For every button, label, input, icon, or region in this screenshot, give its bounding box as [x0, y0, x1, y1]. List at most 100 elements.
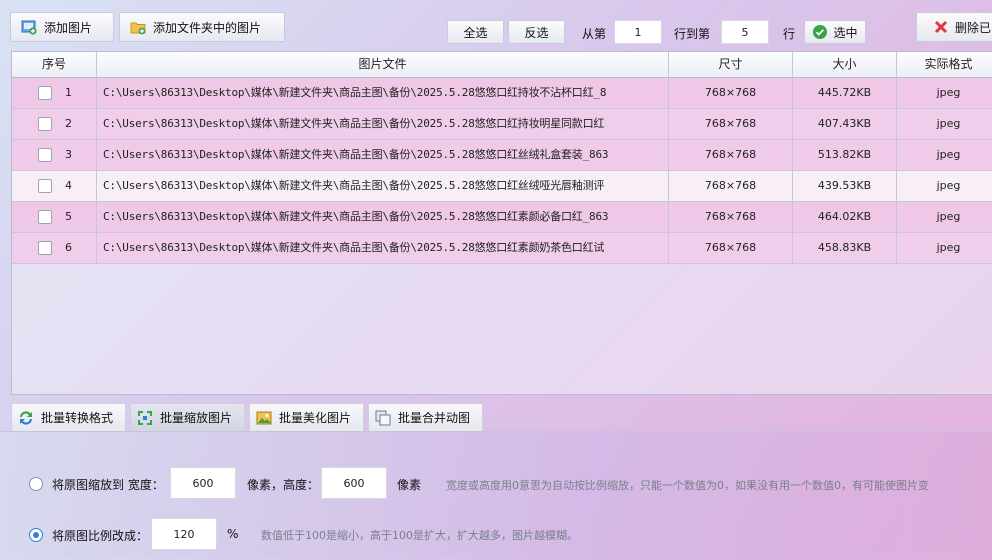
table-row[interactable]: 2 C:\Users\86313\Desktop\媒体\新建文件夹\商品主图\备份…: [12, 109, 992, 140]
file-path-cell: C:\Users\86313\Desktop\媒体\新建文件夹\商品主图\备份\…: [97, 109, 669, 140]
scale-ratio-radio[interactable]: [29, 528, 43, 542]
tab-merge-gif[interactable]: 批量合并动图: [368, 403, 484, 431]
scale-to-size-hint: 宽度或高度用0意思为自动按比例缩放，只能一个数值为0，如果没有用一个数值0，有可…: [446, 479, 929, 492]
file-size-cell: 513.82KB: [793, 140, 897, 171]
row-index: 6: [65, 241, 72, 254]
check-circle-icon: [813, 25, 828, 39]
row-index: 5: [65, 210, 72, 223]
table-row[interactable]: 5 C:\Users\86313\Desktop\媒体\新建文件夹\商品主图\备份…: [12, 202, 992, 233]
row-checkbox[interactable]: [38, 148, 52, 162]
table-row[interactable]: 4 C:\Users\86313\Desktop\媒体\新建文件夹\商品主图\备份…: [12, 171, 992, 202]
dimensions-cell: 768×768: [669, 171, 793, 202]
add-folder-images-label: 添加文件夹中的图片: [153, 20, 262, 35]
row-index-cell: 1: [12, 78, 97, 109]
format-cell: jpeg: [897, 202, 992, 233]
select-all-button[interactable]: 全选: [447, 20, 504, 44]
ratio-input[interactable]: 120: [151, 518, 217, 550]
select-range-label: 选中: [833, 25, 858, 40]
col-file-header[interactable]: 图片文件: [97, 52, 669, 78]
row-index-cell: 3: [12, 140, 97, 171]
invert-selection-button[interactable]: 反选: [508, 20, 565, 44]
row-checkbox[interactable]: [38, 117, 52, 131]
select-range-button[interactable]: 选中: [804, 20, 866, 44]
tab-convert-format-label: 批量转换格式: [41, 411, 114, 425]
row-index-cell: 6: [12, 233, 97, 264]
table-header: 序号 图片文件 尺寸 大小 实际格式: [12, 52, 992, 78]
tab-merge-gif-label: 批量合并动图: [398, 411, 471, 425]
tab-batch-resize-label: 批量缩放图片: [160, 411, 233, 425]
row-index: 4: [65, 179, 72, 192]
col-format-header[interactable]: 实际格式: [897, 52, 992, 78]
file-size-cell: 464.02KB: [793, 202, 897, 233]
pixels-label: 像素: [397, 478, 422, 492]
col-size-header[interactable]: 尺寸: [669, 52, 793, 78]
height-input[interactable]: 600: [321, 467, 387, 499]
file-path-cell: C:\Users\86313\Desktop\媒体\新建文件夹\商品主图\备份\…: [97, 78, 669, 109]
to-row-label: 行到第: [674, 27, 711, 41]
tab-beautify-label: 批量美化图片: [279, 411, 352, 425]
close-icon: [934, 20, 948, 34]
table-row[interactable]: 1 C:\Users\86313\Desktop\媒体\新建文件夹\商品主图\备份…: [12, 78, 992, 109]
table-row[interactable]: 6 C:\Users\86313\Desktop\媒体\新建文件夹\商品主图\备份…: [12, 233, 992, 264]
width-input[interactable]: 600: [170, 467, 236, 499]
scale-ratio-label: 将原图比例改成：: [52, 529, 149, 543]
row-checkbox[interactable]: [38, 86, 52, 100]
add-image-button[interactable]: 添加图片: [10, 12, 114, 42]
image-file-table: 序号 图片文件 尺寸 大小 实际格式 1 C:\Users\86313\Deskt…: [11, 51, 992, 395]
scale-to-size-label: 将原图缩放到 宽度：: [52, 478, 164, 492]
picture-icon: [256, 411, 272, 424]
dimensions-cell: 768×768: [669, 202, 793, 233]
stack-icon: [375, 410, 391, 425]
row-index-cell: 2: [12, 109, 97, 140]
file-path-cell: C:\Users\86313\Desktop\媒体\新建文件夹\商品主图\备份\…: [97, 202, 669, 233]
select-all-label: 全选: [463, 25, 488, 40]
resize-icon: [138, 410, 153, 425]
file-path-cell: C:\Users\86313\Desktop\媒体\新建文件夹\商品主图\备份\…: [97, 140, 669, 171]
scale-to-size-radio[interactable]: [29, 477, 43, 491]
delete-label: 删除已: [955, 20, 992, 35]
file-path-cell: C:\Users\86313\Desktop\媒体\新建文件夹\商品主图\备份\…: [97, 171, 669, 202]
format-cell: jpeg: [897, 171, 992, 202]
row-checkbox[interactable]: [38, 210, 52, 224]
row-unit-label: 行: [783, 27, 796, 41]
dimensions-cell: 768×768: [669, 78, 793, 109]
invert-selection-label: 反选: [524, 25, 549, 40]
from-row-label: 从第: [582, 27, 607, 41]
tab-batch-resize[interactable]: 批量缩放图片: [130, 403, 246, 431]
col-bytes-header[interactable]: 大小: [793, 52, 897, 78]
add-folder-images-button[interactable]: 添加文件夹中的图片: [119, 12, 285, 42]
tab-beautify[interactable]: 批量美化图片: [249, 403, 365, 431]
folder-add-icon: [130, 22, 146, 35]
table-row[interactable]: 3 C:\Users\86313\Desktop\媒体\新建文件夹\商品主图\备份…: [12, 140, 992, 171]
format-cell: jpeg: [897, 233, 992, 264]
add-image-icon: [21, 20, 37, 35]
pixels-height-label: 像素，高度：: [247, 478, 320, 492]
format-cell: jpeg: [897, 109, 992, 140]
from-row-input[interactable]: 1: [614, 20, 662, 44]
file-size-cell: 407.43KB: [793, 109, 897, 140]
delete-button[interactable]: 删除已: [916, 12, 992, 42]
file-size-cell: 445.72KB: [793, 78, 897, 109]
format-cell: jpeg: [897, 78, 992, 109]
row-index: 3: [65, 148, 72, 161]
row-checkbox[interactable]: [38, 241, 52, 255]
row-index-cell: 5: [12, 202, 97, 233]
dimensions-cell: 768×768: [669, 109, 793, 140]
dimensions-cell: 768×768: [669, 233, 793, 264]
row-index-cell: 4: [12, 171, 97, 202]
col-index-header[interactable]: 序号: [12, 52, 97, 78]
scale-ratio-hint: 数值低于100是缩小，高于100是扩大，扩大越多，图片越模糊。: [261, 529, 578, 542]
dimensions-cell: 768×768: [669, 140, 793, 171]
file-size-cell: 439.53KB: [793, 171, 897, 202]
operation-tabs: 批量转换格式 批量缩放图片 批量美化图片 批量合并动图: [11, 403, 487, 431]
convert-icon: [20, 410, 32, 425]
tab-convert-format[interactable]: 批量转换格式: [11, 403, 127, 431]
add-image-label: 添加图片: [44, 20, 93, 35]
to-row-input[interactable]: 5: [721, 20, 769, 44]
percent-label: %: [227, 527, 239, 541]
row-checkbox[interactable]: [38, 179, 52, 193]
row-index: 1: [65, 86, 72, 99]
format-cell: jpeg: [897, 140, 992, 171]
file-path-cell: C:\Users\86313\Desktop\媒体\新建文件夹\商品主图\备份\…: [97, 233, 669, 264]
file-size-cell: 458.83KB: [793, 233, 897, 264]
